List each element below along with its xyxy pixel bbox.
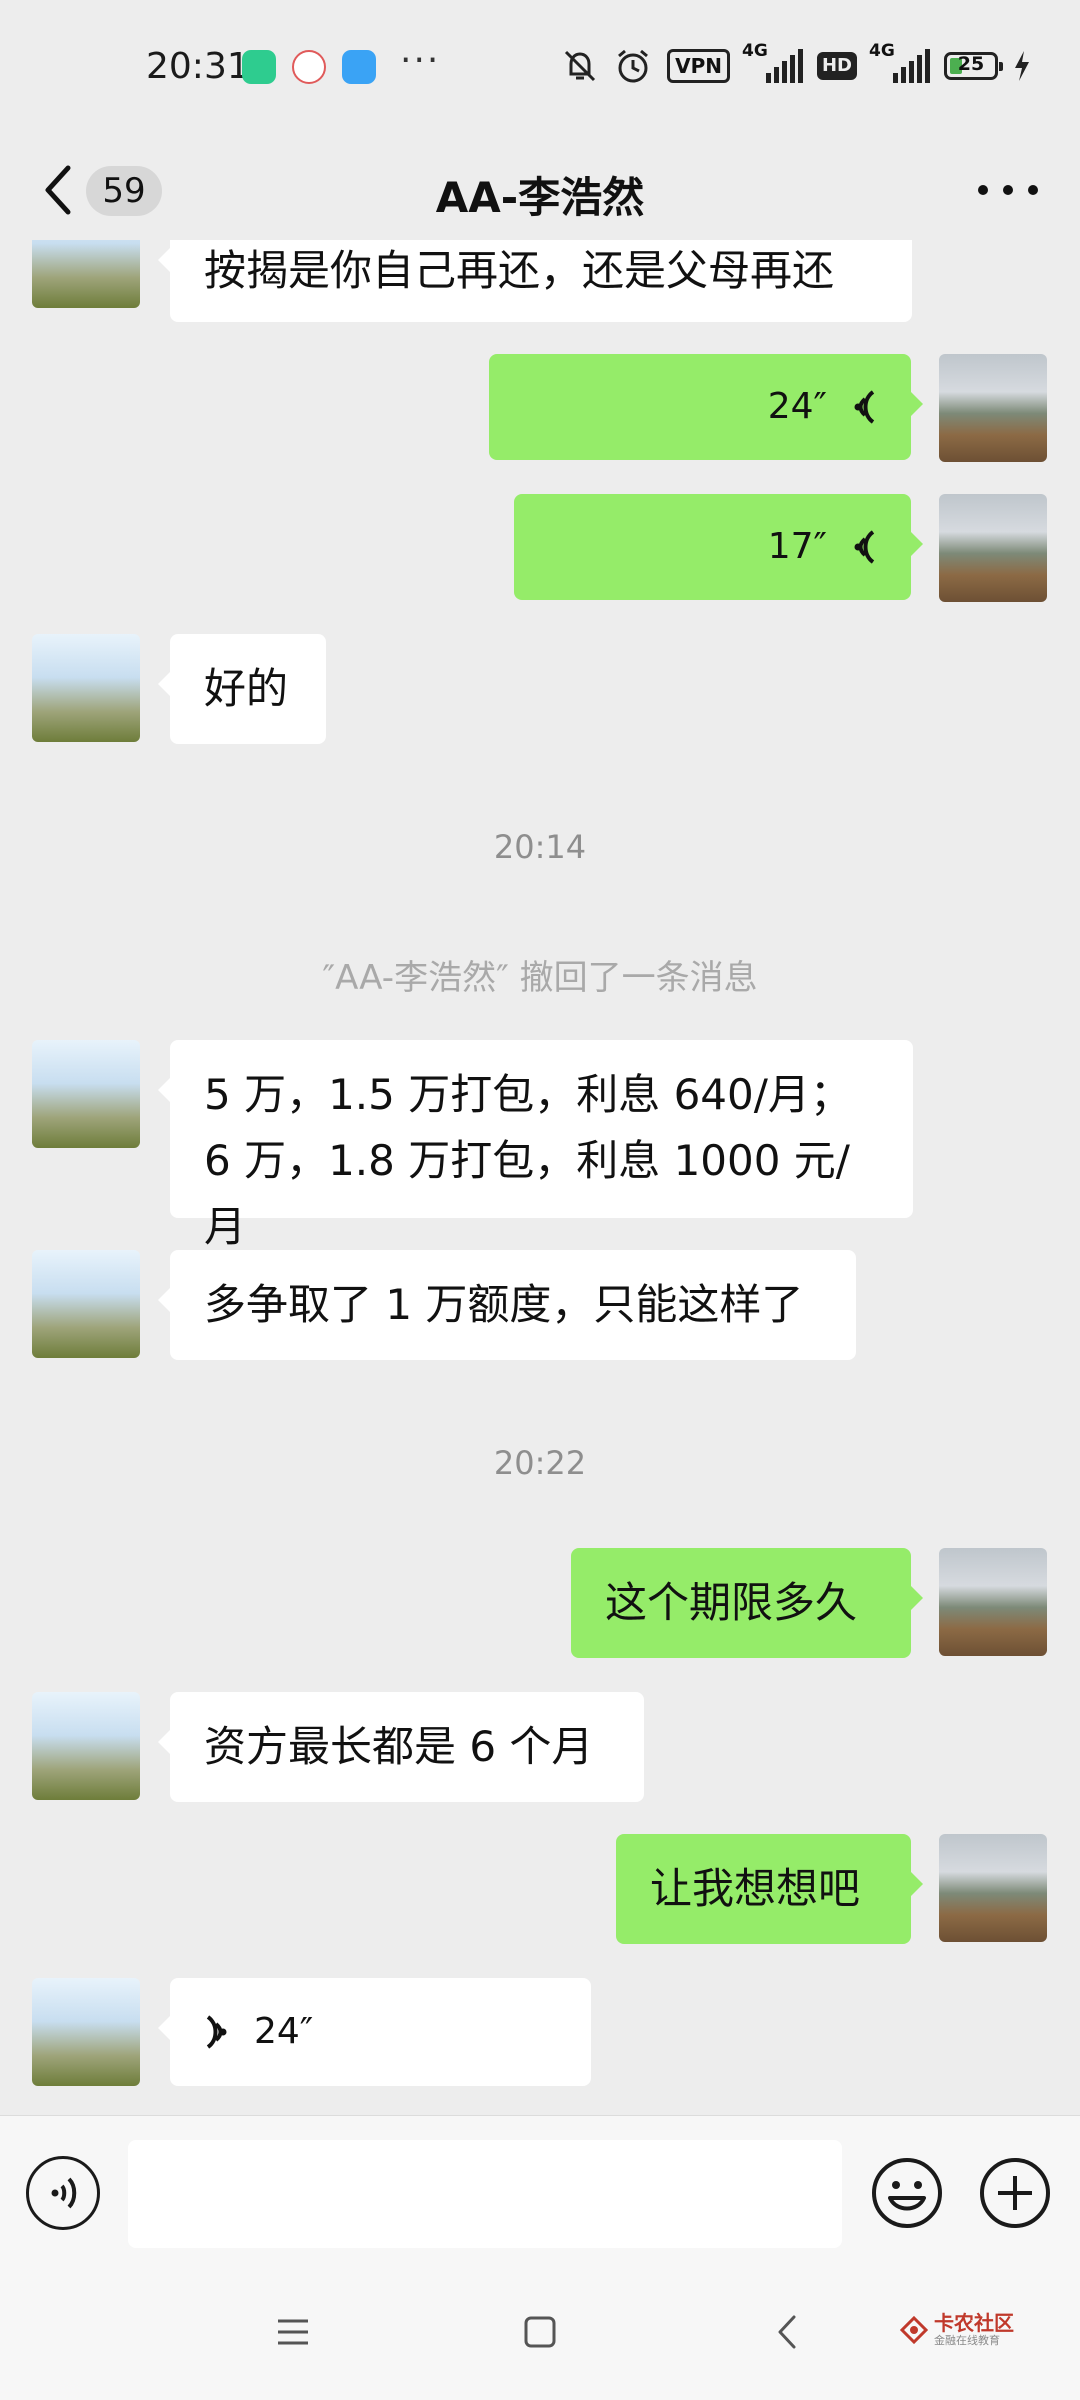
watermark-subtext: 金融在线教育: [934, 2334, 1000, 2347]
more-dots-icon[interactable]: [978, 168, 1038, 212]
map-app-icon: [292, 50, 326, 84]
my-avatar[interactable]: [939, 354, 1047, 462]
message-bubble-outgoing[interactable]: 这个期限多久: [571, 1548, 923, 1658]
message-bubble-incoming[interactable]: 好的: [158, 634, 326, 744]
menu-icon[interactable]: [276, 2315, 310, 2349]
message-text-line: 6 万，1.8 万打包，利息 1000 元/月: [204, 1136, 850, 1251]
signal-icon-2: 4G: [869, 41, 930, 83]
message-list[interactable]: 按揭是你自己再还，还是父母再还 24″ 17″ 好的 20:14 ″AA-李浩然…: [0, 240, 1080, 2115]
message-input[interactable]: [128, 2140, 842, 2248]
battery-level: 25: [957, 53, 985, 75]
message-bubble-incoming[interactable]: 5 万，1.5 万打包，利息 640/月； 6 万，1.8 万打包，利息 100…: [158, 1040, 913, 1251]
status-bar: 20:31 ··· VPN 4G HD 4G 25: [0, 0, 1080, 140]
voice-duration: 17″: [767, 526, 827, 567]
voice-input-icon[interactable]: [26, 2156, 100, 2230]
message-text: 按揭是你自己再还，还是父母再还: [204, 246, 835, 295]
voice-duration: 24″: [254, 2011, 314, 2052]
voice-message-outgoing[interactable]: 17″: [514, 494, 923, 600]
nav-back-icon[interactable]: [770, 2313, 804, 2351]
charging-icon: [1015, 51, 1029, 81]
vpn-badge: VPN: [667, 49, 730, 83]
my-avatar[interactable]: [939, 1834, 1047, 1942]
message-app-icon: [342, 50, 376, 84]
contact-avatar[interactable]: [32, 634, 140, 742]
mi-app-icon: [242, 50, 276, 84]
watermark-logo-icon: [900, 2315, 928, 2344]
contact-avatar[interactable]: [32, 1040, 140, 1148]
mute-bell-icon: [565, 50, 596, 82]
watermark: 卡农社区 金融在线教育: [900, 2313, 1014, 2346]
recall-notice: ″AA-李浩然″ 撤回了一条消息: [322, 958, 758, 998]
message-bubble-outgoing[interactable]: 让我想想吧: [616, 1834, 923, 1944]
status-icons: VPN 4G HD 4G 25: [561, 41, 1032, 86]
more-notifications-icon: ···: [400, 40, 441, 81]
my-avatar[interactable]: [939, 1548, 1047, 1656]
chat-header: 59 AA-李浩然: [0, 140, 1080, 240]
contact-avatar[interactable]: [32, 1978, 140, 2086]
chat-title: AA-李浩然: [435, 173, 645, 222]
watermark-text: 卡农社区: [934, 2311, 1014, 2335]
voice-wave-icon: [206, 2015, 227, 2049]
input-bar: [0, 2115, 1080, 2276]
system-nav-bar: 卡农社区 金融在线教育: [0, 2275, 1080, 2400]
message-text: 这个期限多久: [605, 1578, 858, 1627]
message-text: 让我想想吧: [650, 1864, 861, 1913]
hd-badge: HD: [816, 52, 857, 80]
message-text-line: 5 万，1.5 万打包，利息 640/月；: [204, 1070, 852, 1119]
emoji-icon[interactable]: [870, 2156, 944, 2230]
home-icon[interactable]: [523, 2315, 557, 2349]
my-avatar[interactable]: [939, 494, 1047, 602]
contact-avatar[interactable]: [32, 240, 140, 308]
plus-icon[interactable]: [978, 2156, 1052, 2230]
message-text: 资方最长都是 6 个月: [204, 1722, 594, 1771]
message-bubble-incoming[interactable]: 按揭是你自己再还，还是父母再还: [158, 240, 912, 322]
voice-duration: 24″: [767, 386, 827, 427]
message-text: 多争取了 1 万额度，只能这样了: [204, 1280, 804, 1329]
battery-icon: 25: [944, 52, 1003, 80]
voice-wave-icon: [854, 390, 875, 424]
alarm-icon: [618, 49, 649, 83]
message-text: 好的: [204, 664, 289, 713]
message-bubble-incoming[interactable]: 多争取了 1 万额度，只能这样了: [158, 1250, 856, 1360]
message-bubble-incoming[interactable]: 资方最长都是 6 个月: [158, 1692, 644, 1802]
voice-message-outgoing[interactable]: 24″: [489, 354, 923, 460]
signal-icon: 4G: [742, 41, 803, 83]
timestamp: 20:14: [493, 828, 587, 866]
timestamp: 20:22: [493, 1444, 587, 1482]
voice-wave-icon: [854, 530, 875, 564]
voice-message-incoming[interactable]: 24″: [158, 1978, 591, 2086]
status-time: 20:31: [146, 46, 250, 87]
contact-avatar[interactable]: [32, 1692, 140, 1800]
contact-avatar[interactable]: [32, 1250, 140, 1358]
